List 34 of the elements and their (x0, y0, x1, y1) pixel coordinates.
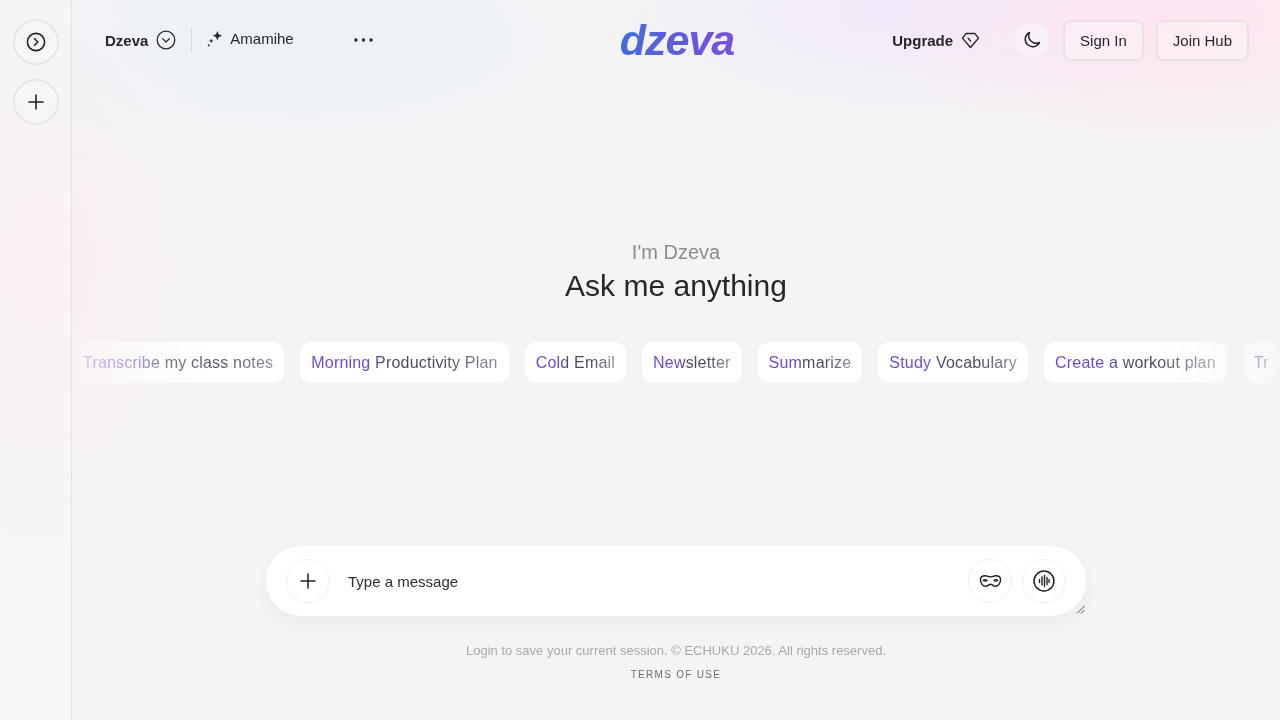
chevron-right-circle-icon (26, 32, 46, 52)
attach-button[interactable] (286, 559, 330, 603)
suggestion-chip[interactable]: Create a workout plan (1044, 342, 1227, 383)
message-input[interactable]: Type a message (346, 565, 958, 597)
message-composer[interactable]: Type a message (266, 546, 1086, 616)
suggestion-chip[interactable]: Summarize (757, 342, 863, 383)
terms-link[interactable]: TERMS OF USE (630, 667, 722, 683)
suggestion-chip[interactable]: Cold Email (524, 342, 627, 383)
more-dots-icon (353, 38, 373, 42)
headline: Ask me anything (565, 268, 787, 304)
model-menu-button[interactable]: Dzeva (105, 30, 177, 50)
resize-handle-icon[interactable] (1076, 605, 1085, 614)
assistant-button[interactable]: Amamihe (207, 29, 294, 47)
session-notice: Login to save your current session. © ECHUKU 2026. All rights reserved. (466, 643, 886, 659)
auth-button[interactable]: Sign In (1063, 19, 1144, 61)
diamond-icon (961, 31, 981, 49)
suggestion-chip[interactable]: Newsletter (642, 342, 742, 383)
moon-icon (1022, 30, 1043, 50)
plus-icon (28, 94, 44, 110)
voice-button[interactable] (1022, 559, 1066, 603)
auth-button[interactable]: Join Hub (1155, 19, 1249, 61)
sparkle-icon (207, 29, 225, 47)
plus-icon (300, 573, 316, 589)
incognito-button[interactable] (968, 559, 1012, 603)
expand-sidebar-button[interactable] (13, 19, 59, 65)
theme-toggle-button[interactable] (1013, 21, 1052, 59)
upgrade-button[interactable]: Upgrade (892, 31, 981, 49)
chevron-down-circle-icon (156, 30, 177, 50)
sound-wave-icon (1033, 570, 1055, 592)
suggestion-chip[interactable]: Study Vocabulary (878, 342, 1029, 383)
new-chat-button[interactable] (13, 79, 59, 125)
eye-mask-icon (978, 574, 1002, 588)
suggestion-chip[interactable]: Morning Productivity Plan (300, 342, 509, 383)
greeting-text: I'm Dzeva (631, 240, 721, 264)
